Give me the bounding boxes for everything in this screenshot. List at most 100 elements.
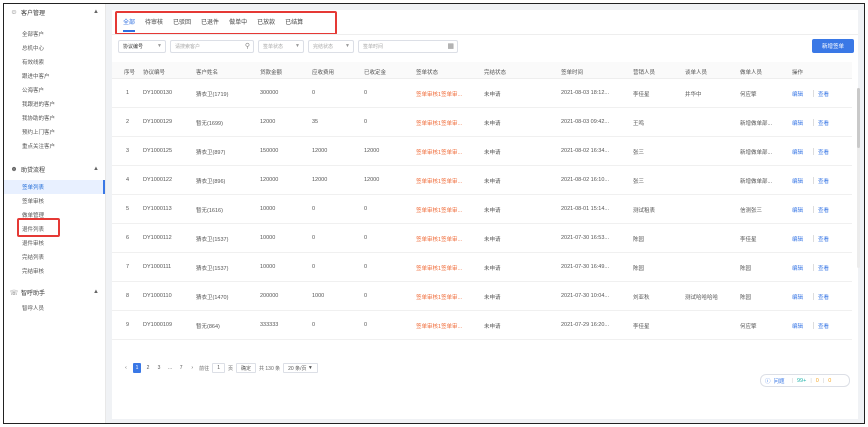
content-panel: 全部 待审核 已驳回 已退件 做单中 已放款 已结算 协议编号 ▼ 请搜索客户 …	[112, 10, 860, 419]
scrollbar-thumb[interactable]	[857, 88, 860, 148]
page-1[interactable]: 1	[133, 363, 141, 373]
filter-bar: 协议编号 ▼ 请搜索客户 ⚲ 签单状态 ▼ 完结状态 ▼ 签单时间 ▦	[118, 40, 852, 54]
table-cell: 未申请	[484, 179, 501, 185]
goto-page-input[interactable]: 1	[212, 363, 225, 373]
page-unit: 页	[227, 365, 233, 372]
sidebar-item-valid-leads[interactable]: 有效线索	[4, 55, 105, 69]
table-cell: 2021-08-03 09:42...	[561, 119, 610, 125]
table-cell: 签单审核1签单审...	[416, 92, 463, 98]
sidebar-item-complete-list[interactable]: 完结列表	[4, 250, 105, 264]
page-7[interactable]: 7	[177, 363, 185, 373]
table-cell: 0	[364, 90, 368, 96]
edit-link[interactable]: 编辑	[792, 177, 803, 185]
sign-time-picker[interactable]: 签单时间 ▦	[358, 40, 458, 53]
sidebar-item-sign-list[interactable]: 签单列表	[4, 180, 105, 194]
edit-link[interactable]: 编辑	[792, 119, 803, 127]
table-cell: 0	[312, 264, 316, 270]
table-cell: 150000	[260, 148, 279, 154]
view-link[interactable]: 查看	[818, 148, 829, 156]
complete-status-select[interactable]: 完结状态 ▼	[308, 40, 354, 53]
page-size-value: 20 条/页	[288, 365, 307, 372]
sidebar-item-complete-review[interactable]: 完结审核	[4, 264, 105, 278]
column-header: 协议编号	[143, 70, 166, 76]
table-cell: 300000	[260, 90, 279, 96]
table-cell: 2021-07-29 16:20...	[561, 322, 610, 328]
table-cell: 0	[364, 264, 368, 270]
next-page-icon[interactable]: ›	[188, 363, 196, 373]
table-cell: 新增做单部...	[740, 179, 773, 185]
customer-search-placeholder: 请搜索客户	[175, 44, 201, 50]
table-row: 4 DY1000122 猜衣卫(896) 120000 12000 12000 签单审核1签…	[112, 166, 852, 195]
confirm-button[interactable]: 确定	[235, 363, 256, 373]
sidebar-group-label: 客户管理	[21, 11, 46, 17]
customer-search-input[interactable]: 请搜索客户 ⚲	[170, 40, 254, 53]
info-icon: ⓘ	[765, 378, 771, 385]
sidebar-item-return-review[interactable]: 退件审核	[4, 236, 105, 250]
table-cell: 测试租表	[633, 208, 656, 214]
sidebar-item-my-assisted[interactable]: 我协助的客户	[4, 111, 105, 125]
sidebar-item-following-customers[interactable]: 跟进中客户	[4, 69, 105, 83]
view-link[interactable]: 查看	[818, 293, 829, 301]
table-row: 8 DY1000110 猜衣卫(1470) 200000 1000 0 签单审核1签单审..…	[112, 282, 852, 311]
vertical-scrollbar[interactable]	[857, 88, 860, 268]
prev-page-icon[interactable]: ‹	[122, 363, 130, 373]
add-sign-button[interactable]: 新增签单	[812, 39, 854, 53]
table-cell: 陈园	[740, 295, 752, 301]
sidebar: ☺ 客户管理 ▲ 全部客户 总机中心 有效线索 跟进中客户 公海客户 我跟进的客…	[4, 4, 106, 423]
table-cell: 暂无(1699)	[196, 121, 223, 127]
chevron-down-icon: ▼	[307, 365, 313, 371]
chevron-up-icon: ▲	[93, 289, 99, 295]
column-header: 签单时间	[561, 70, 584, 76]
table-row: 3 DY1000125 猜衣卫(897) 150000 12000 12000 签单审核1签…	[112, 137, 852, 166]
view-link[interactable]: 查看	[818, 264, 829, 272]
sidebar-group-smart-call[interactable]: ☏ 智呼助手 ▲	[4, 284, 105, 301]
view-link[interactable]: 查看	[818, 322, 829, 330]
sidebar-item-public-customers[interactable]: 公海客户	[4, 83, 105, 97]
view-link[interactable]: 查看	[818, 177, 829, 185]
table-cell: 新增做单部...	[740, 121, 773, 127]
sidebar-item-appointments[interactable]: 预约上门客户	[4, 125, 105, 139]
view-link[interactable]: 查看	[818, 206, 829, 214]
view-link[interactable]: 查看	[818, 119, 829, 127]
page-ellipsis[interactable]: ...	[166, 363, 174, 373]
issue-stats[interactable]: ⓘ 问题 | 99+ | 0 | 0	[760, 374, 850, 387]
table-row: 10DY1000108暂无(864)100000签单审核1签单审...未申请20…	[112, 340, 852, 350]
sidebar-item-sign-review[interactable]: 签单审核	[4, 194, 105, 208]
table-cell: 2021-08-02 16:10...	[561, 177, 610, 183]
edit-link[interactable]: 编辑	[792, 206, 803, 214]
issue-label: 问题	[773, 378, 785, 385]
sidebar-item-switchboard[interactable]: 总机中心	[4, 41, 105, 55]
table-cell: 签单审核1签单审...	[416, 266, 463, 272]
table-cell: 陈园	[633, 266, 645, 272]
table-cell: 签单审核1签单审...	[416, 237, 463, 243]
table-cell: 12000	[260, 119, 276, 125]
edit-link[interactable]: 编辑	[792, 148, 803, 156]
sign-status-select[interactable]: 签单状态 ▼	[258, 40, 304, 53]
table-cell: 暂无(1616)	[196, 208, 223, 214]
edit-link[interactable]: 编辑	[792, 322, 803, 330]
sidebar-group-loan-process[interactable]: ☻ 助贷流程 ▲	[4, 161, 105, 178]
sidebar-group-customers[interactable]: ☺ 客户管理 ▲	[4, 4, 105, 21]
page-3[interactable]: 3	[155, 363, 163, 373]
table-cell: 未申请	[484, 121, 501, 127]
main-area: 全部 待审核 已驳回 已退件 做单中 已放款 已结算 协议编号 ▼ 请搜索客户 …	[106, 4, 864, 423]
search-type-select[interactable]: 协议编号 ▼	[118, 40, 166, 53]
sidebar-item-smart-call-staff[interactable]: 智呼人员	[4, 301, 105, 315]
view-link[interactable]: 查看	[818, 235, 829, 243]
edit-link[interactable]: 编辑	[792, 235, 803, 243]
sidebar-item-key-customers[interactable]: 重点关注客户	[4, 139, 105, 153]
sidebar-item-all-customers[interactable]: 全部客户	[4, 27, 105, 41]
table-cell: 未申请	[484, 150, 501, 156]
sidebar-item-my-followed[interactable]: 我跟进的客户	[4, 97, 105, 111]
page-size-select[interactable]: 20 条/页 ▼	[283, 363, 318, 373]
edit-link[interactable]: 编辑	[792, 90, 803, 98]
column-header: 客户姓名	[196, 70, 219, 76]
table-cell: DY1000129	[143, 119, 173, 125]
table-cell: 8	[126, 293, 130, 299]
view-link[interactable]: 查看	[818, 90, 829, 98]
table-cell: 张三	[633, 179, 645, 185]
page-2[interactable]: 2	[144, 363, 152, 373]
edit-link[interactable]: 编辑	[792, 293, 803, 301]
column-header: 贷款金额	[260, 70, 283, 76]
edit-link[interactable]: 编辑	[792, 264, 803, 272]
